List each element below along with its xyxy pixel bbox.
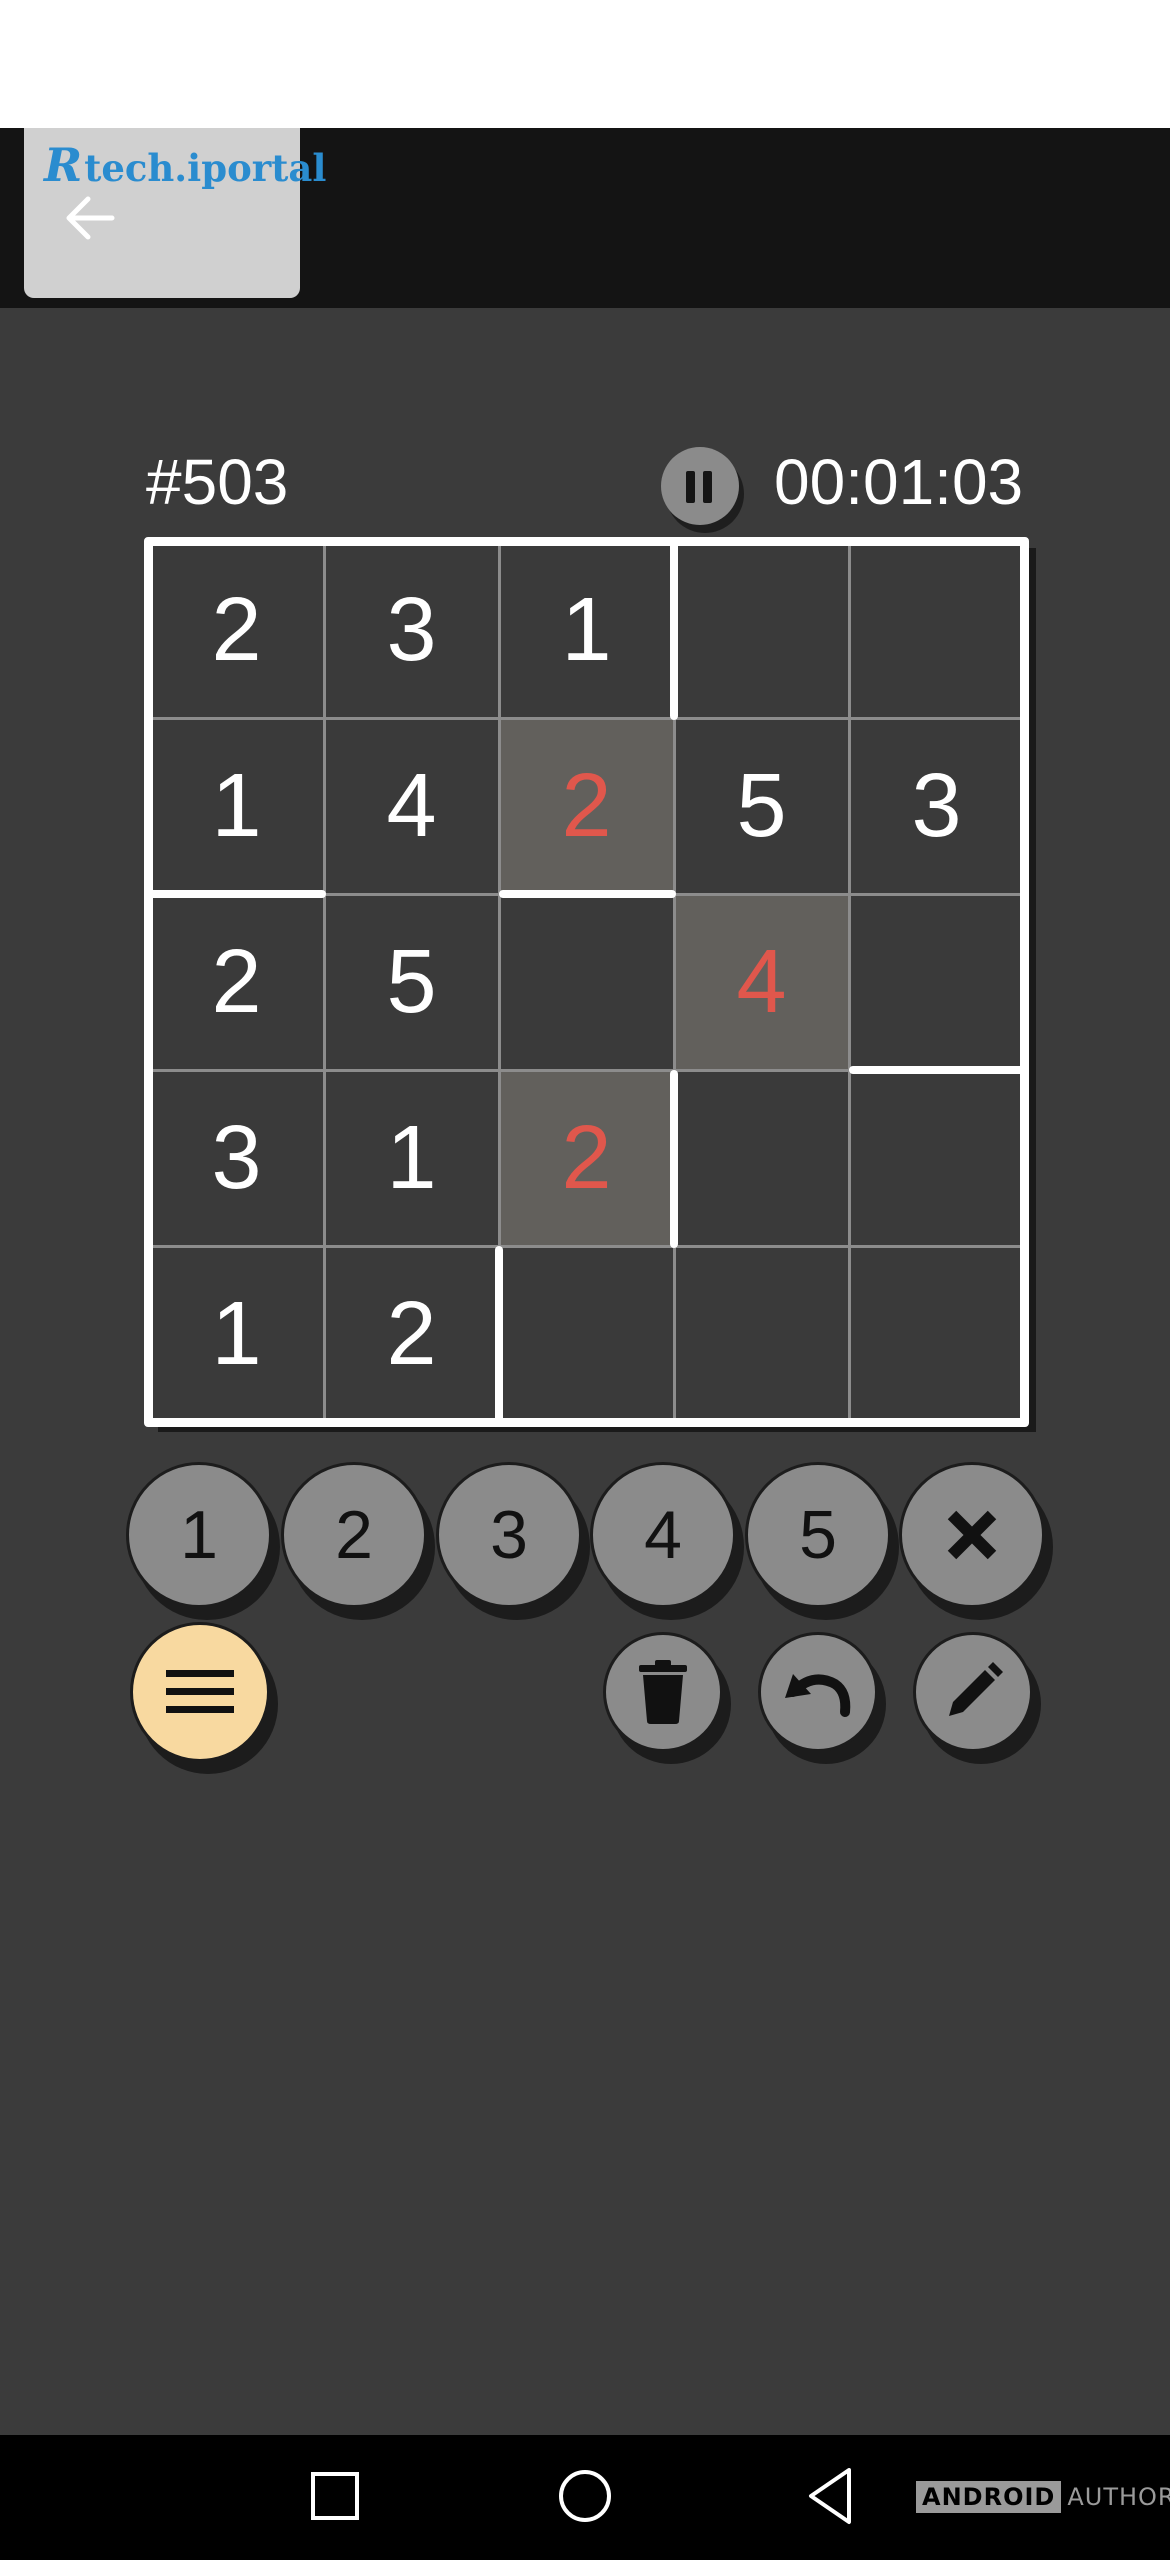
game-timer: 00:01:03 xyxy=(774,446,1024,518)
undo-button[interactable] xyxy=(758,1632,878,1752)
edit-notes-button[interactable] xyxy=(913,1632,1033,1752)
arrow-left-icon[interactable] xyxy=(60,188,120,248)
pause-icon-bar xyxy=(703,471,712,503)
digit-3-button[interactable]: 3 xyxy=(436,1462,582,1608)
pencil-icon xyxy=(949,1662,1003,1716)
watermark-logo: Rtech.iportal xyxy=(44,138,326,192)
digit-label: 5 xyxy=(799,1497,837,1573)
status-bar-area xyxy=(0,0,1170,128)
digit-4-button[interactable]: 4 xyxy=(590,1462,736,1608)
region-boundary xyxy=(670,542,678,720)
puzzle-number: #503 xyxy=(146,446,289,518)
menu-button[interactable] xyxy=(130,1622,270,1762)
digit-5-button[interactable]: 5 xyxy=(745,1462,891,1608)
logo-box-text: ANDROID xyxy=(916,2481,1062,2513)
watermark-brand: tech.iportal xyxy=(84,146,327,190)
puzzle-board: 2311425325431212 xyxy=(144,537,1029,1427)
watermark-mark: R xyxy=(44,138,83,192)
hamburger-menu-icon xyxy=(166,1670,234,1713)
circle-home-icon[interactable] xyxy=(557,2460,613,2532)
region-boundary xyxy=(670,1070,678,1248)
region-boundary xyxy=(849,1066,1026,1074)
close-x-icon xyxy=(947,1510,997,1560)
square-recents-icon[interactable] xyxy=(309,2460,361,2532)
clear-cell-button[interactable] xyxy=(899,1462,1045,1608)
logo-text: AUTHORITY xyxy=(1067,2483,1170,2511)
digit-label: 4 xyxy=(644,1497,682,1573)
pause-icon xyxy=(686,471,695,503)
pause-button[interactable] xyxy=(661,447,739,525)
trash-icon xyxy=(639,1660,687,1724)
triangle-back-icon[interactable] xyxy=(805,2460,857,2532)
digit-label: 3 xyxy=(490,1497,528,1573)
region-boundary xyxy=(149,890,326,898)
board-border xyxy=(144,537,1029,1427)
region-boundary xyxy=(499,890,676,898)
digit-1-button[interactable]: 1 xyxy=(126,1462,272,1608)
undo-icon xyxy=(785,1674,851,1717)
region-boundary xyxy=(495,1246,503,1424)
delete-button[interactable] xyxy=(603,1632,723,1752)
digit-2-button[interactable]: 2 xyxy=(281,1462,427,1608)
digit-label: 2 xyxy=(335,1497,373,1573)
digit-label: 1 xyxy=(180,1497,218,1573)
android-authority-logo: ANDROID AUTHORITY xyxy=(916,2481,1170,2513)
